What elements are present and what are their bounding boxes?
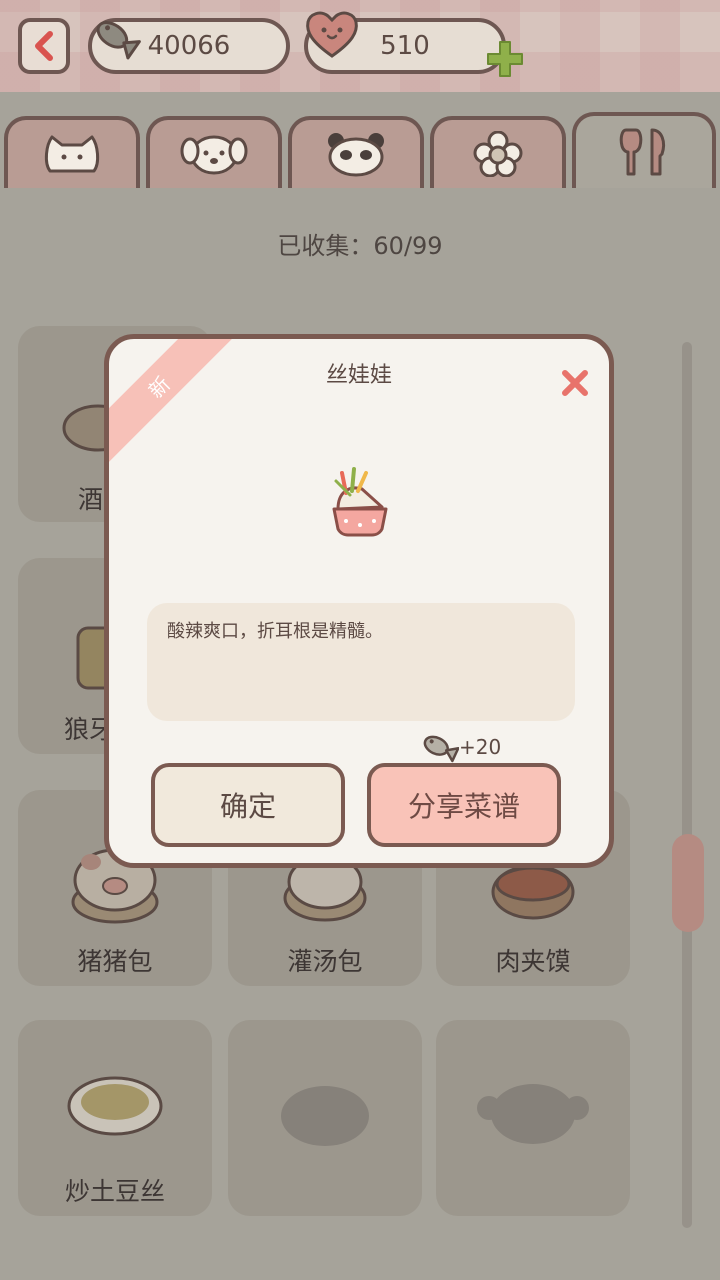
heart-count: 510 — [380, 31, 430, 61]
tab-flower[interactable] — [430, 116, 566, 188]
flower-icon — [473, 131, 523, 177]
recipe-card[interactable]: 炒土豆丝 — [18, 1020, 212, 1216]
scrollbar-thumb[interactable] — [672, 834, 704, 932]
category-tabs — [0, 112, 720, 188]
confirm-button-label: 确定 — [219, 790, 276, 823]
reward-amount: +20 — [459, 735, 502, 759]
share-button-label: 分享菜谱 — [407, 790, 520, 823]
new-ribbon: 新 — [109, 339, 246, 474]
card-label: 灌汤包 — [287, 947, 363, 976]
close-button[interactable] — [559, 367, 591, 399]
recipe-detail-dialog: 新 丝娃娃 酸辣爽口，折耳根是精髓。 +20 确定 分享菜谱 — [104, 334, 614, 868]
tab-panda[interactable] — [288, 116, 424, 188]
card-label: 炒土豆丝 — [64, 1177, 165, 1206]
confirm-button[interactable]: 确定 — [151, 763, 345, 847]
top-bar: 40066 510 — [0, 0, 720, 92]
card-label: 肉夹馍 — [495, 947, 571, 976]
heart-icon — [306, 11, 358, 58]
scrollbar-track[interactable] — [682, 342, 692, 1228]
fork-knife-icon — [619, 128, 666, 176]
tab-food[interactable] — [572, 112, 716, 188]
collected-count: 已收集：60/99 — [277, 232, 443, 260]
locked-recipe-card[interactable] — [436, 1020, 630, 1216]
potato-shreds-dish-image — [67, 1076, 163, 1136]
card-label: 猪猪包 — [77, 947, 153, 976]
locked-recipe-card[interactable] — [228, 1020, 422, 1216]
fish-coin-counter: 40066 — [88, 18, 290, 74]
fish-icon — [423, 735, 459, 763]
tab-dog[interactable] — [146, 116, 282, 188]
share-reward: +20 — [419, 731, 501, 763]
coin-count: 40066 — [147, 31, 231, 61]
dialog-title: 丝娃娃 — [325, 363, 392, 388]
fish-icon — [96, 21, 141, 60]
tab-cat[interactable] — [4, 116, 140, 188]
heart-counter: 510 — [304, 11, 506, 74]
dog-face-icon — [180, 135, 248, 175]
back-button[interactable] — [18, 18, 70, 74]
chevron-left-icon — [35, 31, 53, 61]
siwawa-dish-image — [332, 467, 388, 537]
share-recipe-button[interactable]: 分享菜谱 — [367, 763, 561, 847]
dish-description: 酸辣爽口，折耳根是精髓。 — [147, 603, 575, 721]
locked-dish-silhouette — [477, 1084, 589, 1144]
locked-dish-silhouette — [281, 1086, 369, 1146]
add-hearts-button[interactable] — [484, 38, 526, 80]
cat-face-icon — [44, 135, 100, 173]
panda-face-icon — [328, 133, 384, 177]
